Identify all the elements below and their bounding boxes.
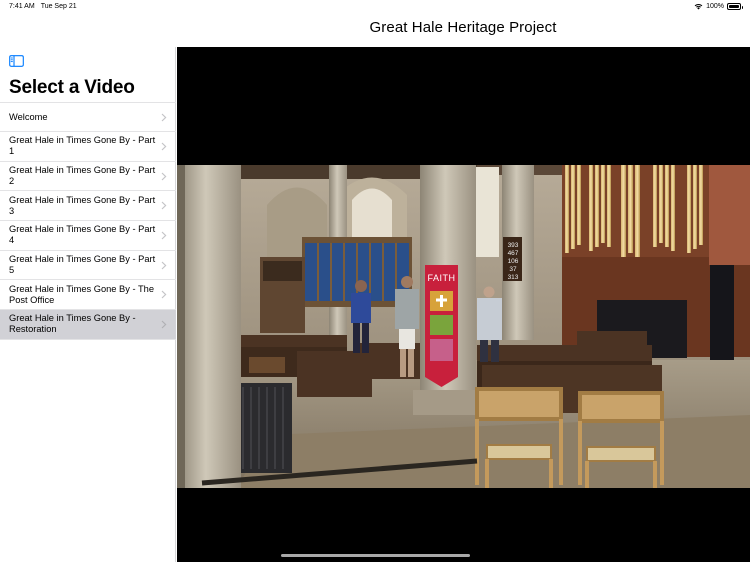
- list-item-part-1[interactable]: Great Hale in Times Gone By - Part 1: [0, 132, 176, 162]
- status-date: Tue Sep 21: [40, 3, 77, 10]
- sidebar: Select a Video Welcome Great Hale in Tim…: [0, 47, 176, 562]
- list-item-label: Great Hale in Times Gone By - Part 2: [9, 165, 156, 187]
- list-item-part-3[interactable]: Great Hale in Times Gone By - Part 3: [0, 191, 176, 222]
- chevron-right-icon: [161, 113, 167, 121]
- hymn-number: 37: [509, 266, 517, 273]
- list-item-label: Great Hale in Times Gone By - Part 4: [9, 224, 156, 246]
- video-list: Welcome Great Hale in Times Gone By - Pa…: [0, 102, 176, 340]
- status-time: 7:41 AM: [9, 3, 35, 10]
- sidebar-heading: Select a Video: [9, 77, 135, 98]
- list-item-label: Great Hale in Times Gone By - Restoratio…: [9, 313, 136, 335]
- sidebar-toggle-icon[interactable]: [9, 55, 24, 67]
- hymn-number: 313: [508, 274, 519, 281]
- chevron-right-icon: [161, 201, 167, 210]
- list-item-label: Great Hale in Times Gone By - Part 3: [9, 194, 156, 216]
- battery-fill: [729, 5, 739, 8]
- list-item-welcome[interactable]: Welcome: [0, 103, 176, 132]
- video-player[interactable]: 393 467 106 37 313 FAITH: [177, 47, 750, 562]
- home-indicator[interactable]: [281, 554, 470, 557]
- chevron-right-icon: [161, 231, 167, 240]
- hymn-number: 393: [508, 242, 519, 249]
- wifi-icon: [694, 4, 703, 10]
- hymn-number: 467: [508, 250, 519, 257]
- chevron-right-icon: [161, 290, 167, 299]
- chevron-right-icon: [161, 142, 167, 151]
- list-item-restoration[interactable]: Great Hale in Times Gone By - Restoratio…: [0, 310, 176, 340]
- nav-title: Great Hale Heritage Project: [369, 19, 557, 36]
- list-item-part-5[interactable]: Great Hale in Times Gone By - Part 5: [0, 251, 176, 281]
- list-item-label: Great Hale in Times Gone By - Part 5: [9, 254, 156, 276]
- battery-icon: [727, 3, 743, 10]
- list-item-part-4[interactable]: Great Hale in Times Gone By - Part 4: [0, 221, 176, 251]
- banner-text: FAITH: [427, 273, 455, 283]
- chevron-right-icon: [161, 172, 167, 180]
- list-item-label: Welcome: [9, 111, 48, 122]
- church-interior-image: 393 467 106 37 313 FAITH: [177, 165, 750, 488]
- chevron-right-icon: [161, 261, 167, 270]
- list-item-part-2[interactable]: Great Hale in Times Gone By - Part 2: [0, 162, 176, 192]
- list-item-label: Great Hale in Times Gone By - Part 1: [9, 135, 156, 157]
- list-item-post-office[interactable]: Great Hale in Times Gone By - The Post O…: [0, 280, 176, 311]
- hymn-number: 106: [508, 258, 519, 265]
- chevron-right-icon: [161, 320, 167, 329]
- battery-percent: 100%: [706, 3, 724, 10]
- status-bar: 7:41 AM Tue Sep 21 100%: [0, 0, 750, 14]
- list-item-label: Great Hale in Times Gone By - The Post O…: [9, 283, 155, 305]
- video-frame[interactable]: 393 467 106 37 313 FAITH: [177, 165, 750, 488]
